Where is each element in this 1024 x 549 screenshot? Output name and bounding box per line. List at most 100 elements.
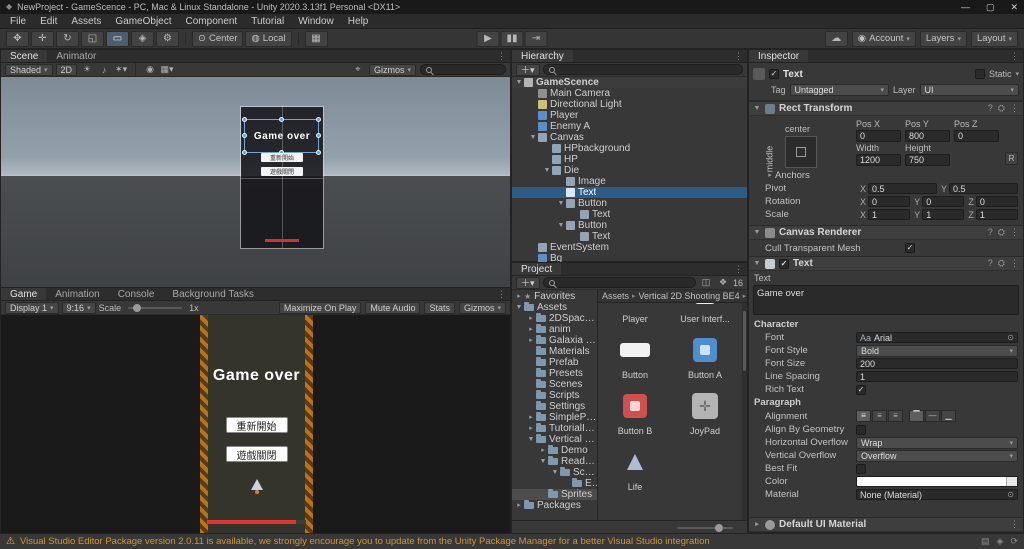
component-menu-icon[interactable]: ⋮ [1010,103,1019,114]
width-field[interactable]: 1200 [856,154,901,166]
rect-tool-button[interactable]: ▭ [106,30,129,47]
tree-item-selected[interactable]: Sprites [512,489,597,500]
aspect-ratio-dropdown[interactable]: 9:16 ▾ [61,301,96,314]
canvas-renderer-header[interactable]: ▼ Canvas Renderer ? ⛭ ⋮ [749,225,1023,240]
space-mode-button[interactable]: ◍ Local [245,30,292,47]
object-picker-icon[interactable]: ⊙ [1007,333,1014,342]
breadcrumb-folder[interactable]: Vertical 2D Shooting BE4 [639,291,740,301]
hierarchy-item[interactable]: Main Camera [512,88,747,99]
rotate-tool-button[interactable]: ↻ [56,30,79,47]
tree-item[interactable]: Materials [512,346,597,357]
help-icon[interactable]: ? [988,103,993,114]
menu-file[interactable]: File [3,16,33,27]
object-picker-icon[interactable]: ⊙ [1007,490,1014,499]
asset-item[interactable]: Button [604,331,666,380]
rect-transform-header[interactable]: ▼ Rect Transform ? ⛭ ⋮ [749,101,1023,116]
hierarchy-item[interactable]: ▼ Button [512,220,747,231]
pivot-x-field[interactable]: 0.5 [868,183,937,194]
anchor-preset-widget[interactable]: center middle [763,124,853,172]
tree-item[interactable]: Edit... [512,478,597,489]
tab-project[interactable]: Project [512,263,562,275]
tree-item-assets[interactable]: ▼ Assets [512,302,597,313]
transform-tool-button[interactable]: ◈ [131,30,154,47]
tree-item[interactable]: ▼ Scripts [512,467,597,478]
move-tool-button[interactable]: ✛ [31,30,54,47]
scene-lighting-icon[interactable]: ☀ [80,64,94,76]
scene-search-input[interactable] [435,64,500,75]
chevron-down-icon[interactable]: ▾ [1015,70,1019,78]
scene-viewport[interactable]: Game over 重新開始 遊戲關閉 [1,77,510,288]
status-message[interactable]: Visual Studio Editor Package version 2.0… [20,536,976,547]
foldout-arrow-icon[interactable]: ▼ [753,105,761,112]
expand-arrow-icon[interactable]: ▸ [526,425,536,432]
align-middle-button[interactable]: — [925,410,940,422]
height-field[interactable]: 750 [905,154,950,166]
asset-item[interactable]: Button B [604,387,666,436]
hierarchy-item[interactable]: ▼ Die [512,165,747,176]
icon-size-thumb[interactable] [715,523,723,532]
minimize-button[interactable]: — [961,2,970,13]
menu-edit[interactable]: Edit [33,16,64,27]
hierarchy-item[interactable]: Directional Light [512,99,747,110]
tree-item[interactable]: ▸ TutorialInfo [512,423,597,434]
panel-menu-icon[interactable]: ⋮ [730,50,747,62]
hierarchy-scene-root[interactable]: ▼ GameScence [512,77,747,88]
tab-game[interactable]: Game [1,288,47,300]
hierarchy-item[interactable]: Text [512,209,747,220]
hierarchy-item[interactable]: Text [512,231,747,242]
foldout-arrow-icon[interactable]: ▼ [753,260,761,267]
expand-arrow-icon[interactable]: ▼ [542,167,552,174]
tree-item[interactable]: Prefab [512,357,597,368]
best-fit-checkbox[interactable] [856,463,866,474]
close-button[interactable]: ✕ [1010,2,1018,13]
panel-menu-icon[interactable]: ⋮ [493,288,510,300]
hierarchy-item[interactable]: HP [512,154,747,165]
layers-dropdown[interactable]: Layers ▾ [919,30,967,47]
scrollbar-thumb[interactable] [743,311,746,371]
presets-icon[interactable]: ⛭ [998,227,1005,238]
presets-icon[interactable]: ⛭ [998,103,1005,114]
scene-quit-button[interactable]: 遊戲關閉 [261,167,303,176]
scale-slider-thumb[interactable] [133,303,142,312]
align-geometry-checkbox[interactable] [856,424,866,435]
scale-z-field[interactable]: 1 [975,209,1018,220]
align-right-button[interactable]: ≡ [888,410,903,422]
menu-help[interactable]: Help [341,16,376,27]
tree-item[interactable]: Scripts [512,390,597,401]
scene-audio-icon[interactable]: ♪ [97,64,111,76]
expand-arrow-icon[interactable]: ▼ [556,200,566,207]
cloud-collab-button[interactable]: ☁ [824,30,848,47]
material-object-field[interactable]: None (Material) ⊙ [856,489,1018,500]
pos-x-field[interactable]: 0 [856,130,901,142]
expand-arrow-icon[interactable]: ▼ [528,134,538,141]
hierarchy-item[interactable]: Player [512,110,747,121]
tab-inspector[interactable]: Inspector [749,50,809,62]
tree-item[interactable]: ▼ Vertical 2D... [512,434,597,445]
background-progress-icon[interactable]: ⟳ [1010,536,1018,547]
asset-item[interactable]: User Interf... [674,303,736,324]
expand-arrow-icon[interactable]: ▼ [526,436,536,443]
static-checkbox[interactable] [974,69,985,79]
expand-arrow-icon[interactable]: ▼ [514,304,524,311]
expand-arrow-icon[interactable]: ▼ [550,469,560,476]
default-material-header[interactable]: ▸ Default UI Material ⋮ [749,517,1023,532]
active-checkbox[interactable]: ✓ [769,69,779,79]
create-asset-button[interactable]: ＋▾ [516,276,540,289]
rect-selection-gizmo[interactable] [242,117,321,155]
resize-handle[interactable] [242,150,247,155]
anchor-preset-button[interactable] [785,136,817,168]
resize-handle[interactable] [242,117,247,122]
hand-tool-button[interactable]: ✥ [6,30,29,47]
align-bottom-button[interactable]: ▁ [941,410,956,422]
hierarchy-item[interactable]: Enemy A [512,121,747,132]
font-style-dropdown[interactable]: Bold ▾ [856,344,1018,357]
tree-item[interactable]: ▸ Galaxia Spr... [512,335,597,346]
tree-item-packages[interactable]: ▸ Packages [512,500,597,511]
breadcrumb-assets[interactable]: Assets [602,291,629,301]
expand-arrow-icon[interactable]: ▸ [526,414,536,421]
menu-window[interactable]: Window [291,16,341,27]
tree-item[interactable]: Scenes [512,379,597,390]
gizmos-dropdown[interactable]: Gizmos ▾ [368,63,416,76]
vertical-overflow-dropdown[interactable]: Overflow ▾ [856,449,1018,462]
maximize-button[interactable]: ▢ [986,2,995,13]
